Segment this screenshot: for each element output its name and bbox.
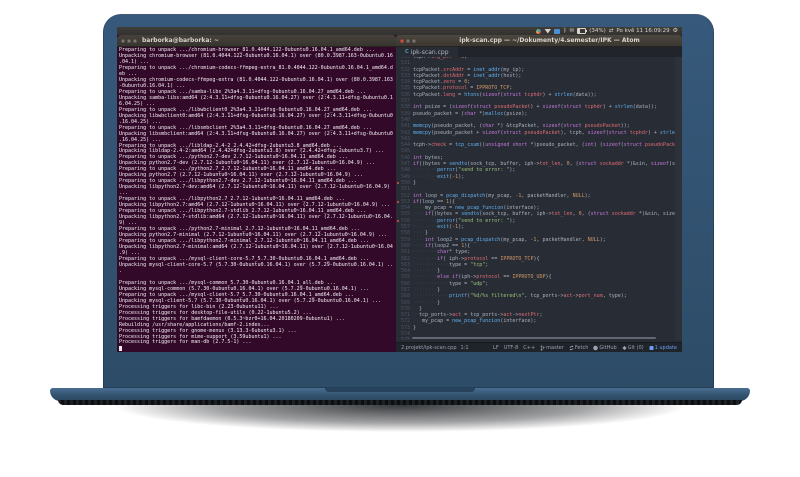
status-item-label: GitHub xyxy=(599,344,617,351)
horizontal-scrollbar[interactable] xyxy=(412,337,656,339)
atom-editor-window: ipk-scan.cpp — ~/Dokumenty/4.semester/IP… xyxy=(396,35,682,352)
terminal-cursor xyxy=(119,346,122,352)
status-item-label: C++ xyxy=(523,344,536,351)
status-item-label: 1 update xyxy=(654,344,677,351)
terminal-window: barborka@barborka: ~ Preparing to unpack… xyxy=(117,35,396,352)
terminal-window-buttons xyxy=(121,38,137,43)
bluetooth-icon[interactable]: ᛒ xyxy=(563,28,566,34)
close-button[interactable] xyxy=(400,38,404,43)
branch-icon xyxy=(540,344,545,351)
cpp-file-icon: C xyxy=(405,49,409,55)
sync-icon[interactable]: ⇄ xyxy=(609,28,614,34)
tab-label: ipk-scan.cpp xyxy=(410,48,449,56)
github-icon xyxy=(593,345,599,351)
status-item-label: LF xyxy=(493,344,499,351)
status-right-items: LF UTF-8 C++ master Fetch GitHub Git (0) 1 upda… xyxy=(493,345,677,351)
clock[interactable]: Po kvě 11 16:09:29 xyxy=(616,28,669,34)
laptop-screen: ᛒ ✉ (34%) ⇄ Po kvě 11 16:09:29 ⚙ barborka@b… xyxy=(117,27,682,352)
atom-status-bar: 2.projekt/ipk-scan.cpp 1:1 LF UTF-8 C++ mas… xyxy=(396,342,682,352)
updates-icon[interactable] xyxy=(536,28,542,34)
status-item-label: Fetch xyxy=(574,344,589,351)
status-item-lf[interactable]: LF xyxy=(493,345,499,351)
code-editor[interactable]: 530 tcph->urg_ptr = 0; 531 532 tcpPacket.src… xyxy=(396,57,675,340)
status-cursor-position[interactable]: 1:1 xyxy=(461,345,469,351)
laptop-base-notch xyxy=(325,388,475,392)
git-icon xyxy=(622,345,627,351)
status-item-master[interactable]: master xyxy=(540,345,564,351)
system-tray: ᛒ ✉ (34%) ⇄ xyxy=(536,28,613,34)
line-number: 575 xyxy=(396,337,413,340)
status-item-label: Git (0) xyxy=(627,344,644,351)
minimize-button[interactable] xyxy=(127,38,131,43)
terminal-text: Preparing to unpack .../chromium-browser… xyxy=(119,47,396,352)
atom-titlebar[interactable]: ipk-scan.cpp — ~/Dokumenty/4.semester/IP… xyxy=(396,35,682,47)
vertical-scrollbar[interactable] xyxy=(675,57,682,340)
status-item-git-0-[interactable]: Git (0) xyxy=(622,345,644,351)
update-icon xyxy=(649,345,654,351)
battery-icon[interactable] xyxy=(577,28,588,34)
atom-window-title: ipk-scan.cpp — ~/Dokumenty/4.semester/IP… xyxy=(459,37,640,44)
status-item-c-[interactable]: C++ xyxy=(523,345,535,351)
status-item-label: master xyxy=(546,344,564,351)
screenshot-stage: ᛒ ✉ (34%) ⇄ Po kvě 11 16:09:29 ⚙ barborka@b… xyxy=(0,0,800,477)
wifi-icon[interactable] xyxy=(544,28,552,34)
session-gear-icon[interactable]: ⚙ xyxy=(673,28,678,34)
atom-window-buttons xyxy=(400,38,416,43)
maximize-button[interactable] xyxy=(412,38,416,43)
status-item-label: UTF-8 xyxy=(503,344,519,351)
tab-ipk-scan[interactable]: C ipk-scan.cpp xyxy=(396,47,458,57)
atom-tab-bar: C ipk-scan.cpp xyxy=(396,47,682,57)
status-file-path: 2.projekt/ipk-scan.cpp xyxy=(401,344,457,351)
mail-icon[interactable]: ✉ xyxy=(570,28,575,34)
keyboard-icon[interactable] xyxy=(554,28,561,34)
laptop-base-bottom xyxy=(58,400,742,405)
terminal-title: barborka@barborka: ~ xyxy=(142,37,219,44)
maximize-button[interactable] xyxy=(133,38,137,43)
status-item-github[interactable]: GitHub xyxy=(593,344,617,351)
status-item-utf-8[interactable]: UTF-8 xyxy=(504,345,519,351)
terminal-titlebar[interactable]: barborka@barborka: ~ xyxy=(117,35,396,47)
system-panel: ᛒ ✉ (34%) ⇄ Po kvě 11 16:09:29 ⚙ xyxy=(117,27,682,35)
terminal-output[interactable]: Preparing to unpack .../chromium-browser… xyxy=(117,47,396,352)
status-item-1-update[interactable]: 1 update xyxy=(649,345,677,351)
minimize-button[interactable] xyxy=(406,38,410,43)
battery-percent: (34%) xyxy=(589,28,606,34)
close-button[interactable] xyxy=(121,38,125,43)
sync-icon xyxy=(569,345,574,351)
status-item-fetch[interactable]: Fetch xyxy=(569,344,589,351)
